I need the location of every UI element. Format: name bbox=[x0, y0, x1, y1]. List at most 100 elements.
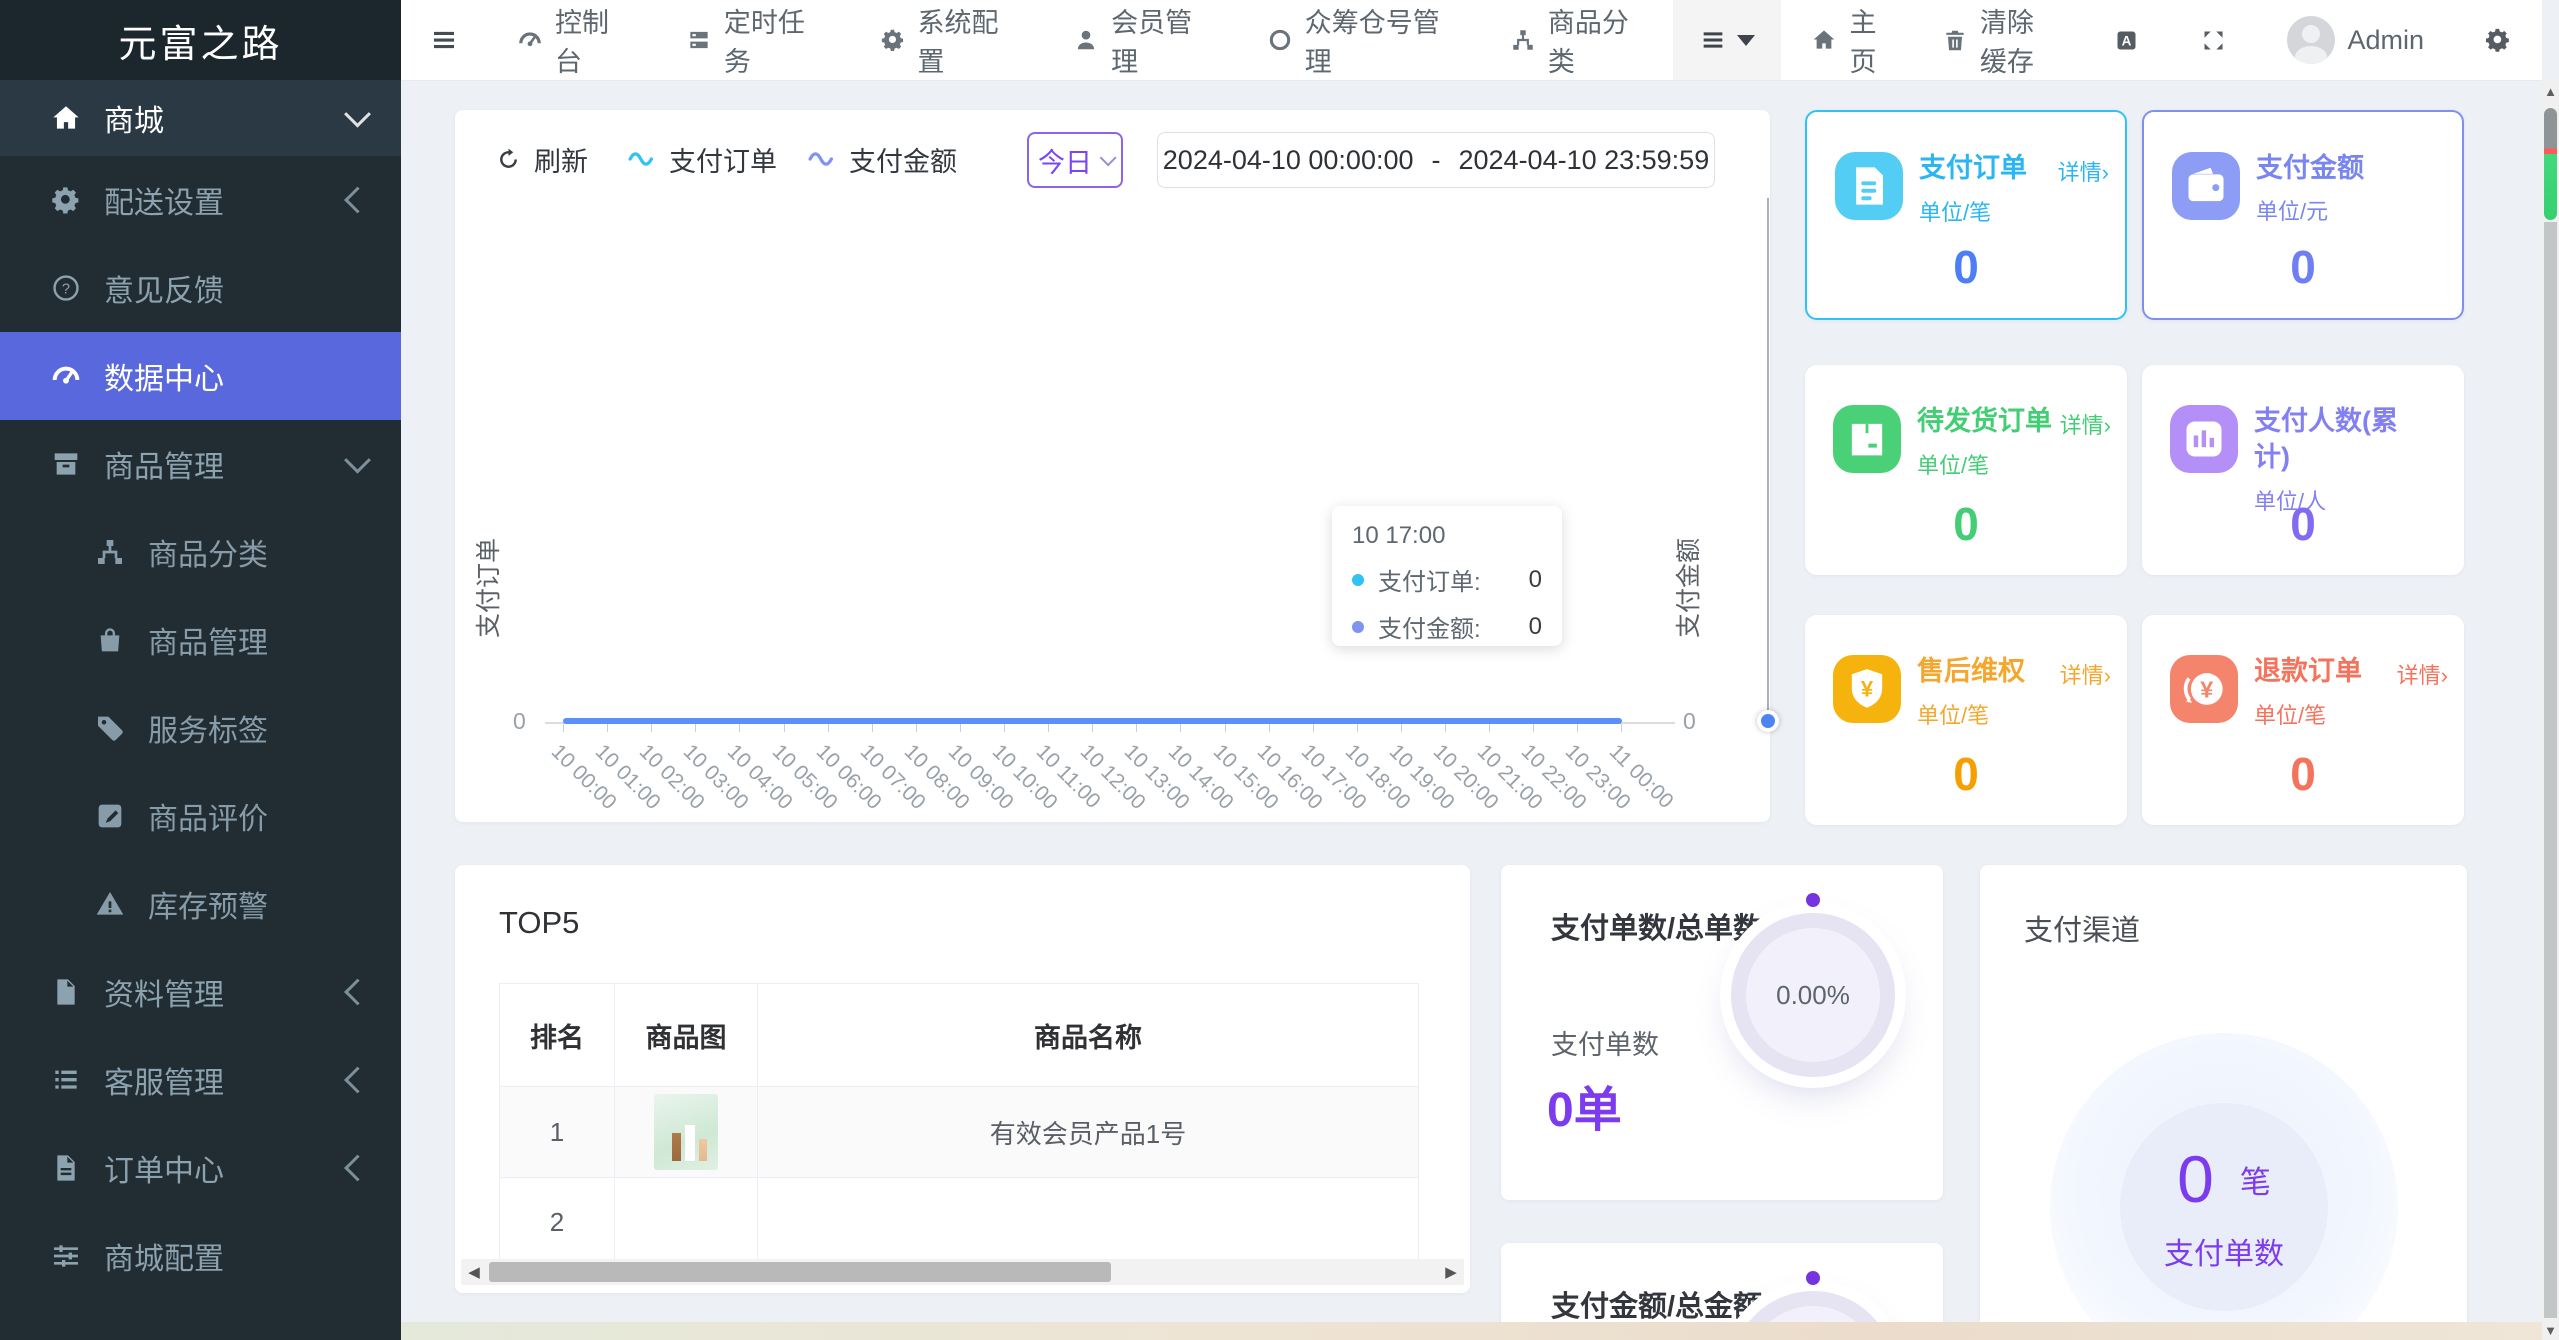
card-title: 支付人数(累计) bbox=[2254, 406, 2398, 473]
sidebar-item-label: 商品管理 bbox=[104, 451, 224, 484]
sidebar-item-12[interactable]: 订单中心 bbox=[0, 1124, 401, 1212]
nav-menu-item-5[interactable]: 商品分类 bbox=[1480, 0, 1674, 80]
sidebar-item-label: 配送设置 bbox=[104, 187, 224, 220]
y-axis-label-left: 支付订单 bbox=[475, 537, 504, 639]
legend-label: 支付金额 bbox=[849, 146, 957, 177]
refund-icon: ¥ bbox=[2176, 661, 2232, 717]
sidebar-item-label: 意见反馈 bbox=[104, 275, 224, 308]
nav-menu-item-1[interactable]: 定时任务 bbox=[656, 0, 850, 80]
sidebar-item-0[interactable]: 商城 bbox=[0, 80, 401, 156]
expand-icon bbox=[2200, 27, 2227, 54]
stat-card-3: 支付人数(累计) 单位/人 0 bbox=[2142, 365, 2464, 575]
detail-link[interactable]: 详情› bbox=[2397, 658, 2448, 690]
card-unit: 单位/笔 bbox=[1919, 200, 1992, 225]
detail-link[interactable]: 详情› bbox=[2060, 658, 2111, 690]
chartbar-icon bbox=[2176, 411, 2232, 467]
detail-link[interactable]: 详情› bbox=[2060, 408, 2111, 440]
nav-menu-item-0[interactable]: 控制台 bbox=[487, 0, 656, 80]
sidebar-item-11[interactable]: 客服管理 bbox=[0, 1036, 401, 1124]
doclines-icon bbox=[1841, 158, 1897, 214]
sliders-icon bbox=[44, 1240, 88, 1272]
cell-image bbox=[614, 1086, 758, 1178]
cell-name bbox=[757, 1177, 1419, 1267]
scroll-down-arrow[interactable]: ▼ bbox=[2542, 1323, 2559, 1338]
payments-chart-panel: 刷新 支付订单 支付金额 今日 2024-04-10 00:00:00 - 20… bbox=[455, 110, 1779, 822]
sidebar-item-9[interactable]: 库存预警 bbox=[0, 860, 401, 948]
date-range-picker[interactable]: 2024-04-10 00:00:00 - 2024-04-10 23:59:5… bbox=[1157, 132, 1715, 188]
scroll-up-arrow[interactable]: ▲ bbox=[2542, 84, 2559, 99]
card-unit: 单位/笔 bbox=[1917, 703, 1990, 728]
settings-gears-button[interactable] bbox=[2454, 0, 2542, 80]
sidebar-item-1[interactable]: 配送设置 bbox=[0, 156, 401, 244]
svg-text:?: ? bbox=[62, 281, 70, 297]
warning-icon bbox=[88, 888, 132, 920]
refresh-button[interactable]: 刷新 bbox=[495, 132, 588, 186]
stat-card-4: ¥ 售后维权 详情› 单位/笔 0 bbox=[1805, 615, 2127, 825]
list-icon bbox=[44, 1064, 88, 1096]
box-icon bbox=[44, 448, 88, 480]
sidebar-item-5[interactable]: 商品分类 bbox=[0, 508, 401, 596]
svg-text:¥: ¥ bbox=[2200, 676, 2213, 702]
nav-menu-item-2[interactable]: 系统配置 bbox=[850, 0, 1044, 80]
detail-link[interactable]: 详情› bbox=[2058, 155, 2109, 187]
sidebar-item-3[interactable]: 数据中心 bbox=[0, 332, 401, 420]
question-icon: ? bbox=[44, 272, 88, 304]
tachometer-icon bbox=[44, 360, 88, 392]
scroll-left-arrow[interactable]: ◀ bbox=[461, 1259, 487, 1285]
vertical-scrollbar[interactable]: ▲ ▼ bbox=[2542, 80, 2559, 1340]
sidebar-toggle-button[interactable] bbox=[401, 0, 487, 80]
period-select[interactable]: 今日 bbox=[1027, 132, 1123, 188]
scroll-right-arrow[interactable]: ▶ bbox=[1438, 1259, 1464, 1285]
fullscreen-button[interactable] bbox=[2170, 0, 2257, 80]
trash-icon bbox=[1942, 27, 1968, 53]
legend-pay-orders[interactable]: 支付订单 bbox=[627, 132, 777, 186]
card-title: 支付订单 bbox=[1919, 153, 2027, 183]
sidebar-item-label: 库存预警 bbox=[148, 891, 268, 924]
table-horizontal-scrollbar[interactable]: ◀ ▶ bbox=[461, 1259, 1464, 1285]
stat-card-5: ¥ 退款订单 详情› 单位/笔 0 bbox=[2142, 615, 2464, 825]
card-title: 退款订单 bbox=[2254, 656, 2362, 686]
sidebar-item-label: 商城配置 bbox=[104, 1243, 224, 1276]
sidebar-item-4[interactable]: 商品管理 bbox=[0, 420, 401, 508]
top5-title: TOP5 bbox=[499, 905, 580, 940]
top-navbar: 控制台 定时任务 系统配置 会员管理 众筹仓号管理 商品分类 主页 清除缓存 A… bbox=[401, 0, 2542, 81]
nav-menu-item-4[interactable]: 众筹仓号管理 bbox=[1237, 0, 1480, 80]
card-value: 0 bbox=[2290, 748, 2316, 800]
legend-pay-amount[interactable]: 支付金额 bbox=[807, 132, 957, 186]
sidebar-item-13[interactable]: 商城配置 bbox=[0, 1212, 401, 1300]
user-menu[interactable]: Admin bbox=[2257, 0, 2454, 80]
chart-tooltip: 10 17:00 支付订单: 0 支付金额: 0 bbox=[1332, 506, 1562, 646]
sidebar-item-6[interactable]: 商品管理 bbox=[0, 596, 401, 684]
sidebar-item-10[interactable]: 资料管理 bbox=[0, 948, 401, 1036]
scrollbar-thumb[interactable] bbox=[489, 1262, 1111, 1282]
caret-down-icon bbox=[1737, 34, 1756, 46]
package-icon bbox=[1839, 411, 1895, 467]
card-value: 0 bbox=[2290, 241, 2316, 293]
house-icon bbox=[1811, 27, 1837, 53]
nav-menu-item-3[interactable]: 会员管理 bbox=[1043, 0, 1237, 80]
cell-name: 有效会员产品1号 bbox=[757, 1086, 1419, 1178]
gears-icon bbox=[2484, 26, 2512, 54]
table-row: 2 bbox=[499, 1177, 1419, 1267]
clear-cache-button[interactable]: 清除缓存 bbox=[1912, 0, 2084, 80]
navbar-dropdown-button[interactable] bbox=[1673, 0, 1782, 80]
channel-label: 支付单数 bbox=[2164, 1238, 2284, 1271]
language-button[interactable]: A bbox=[2083, 0, 2170, 80]
card-value: 0 bbox=[1953, 498, 1979, 550]
card-icon-wrap: ¥ bbox=[1833, 655, 1901, 723]
series-dot-icon bbox=[1352, 620, 1364, 633]
channel-unit: 笔 bbox=[2239, 1164, 2271, 1200]
sidebar-item-8[interactable]: 商品评价 bbox=[0, 772, 401, 860]
cell-rank: 2 bbox=[499, 1177, 615, 1267]
sitemap-icon bbox=[1510, 27, 1536, 53]
channel-value: 0 bbox=[2177, 1142, 2214, 1216]
home-link[interactable]: 主页 bbox=[1781, 0, 1911, 80]
sitemap-icon bbox=[88, 536, 132, 568]
card-unit: 单位/笔 bbox=[2254, 703, 2327, 728]
horizontal-scrollbar[interactable] bbox=[401, 1322, 2542, 1340]
scrollbar-thumb[interactable] bbox=[2544, 108, 2557, 220]
sidebar-item-7[interactable]: 服务标签 bbox=[0, 684, 401, 772]
sidebar: 元富之路 商城 配送设置 ? 意见反馈 数据中心 商品管理 商品分类 商品管理 服… bbox=[0, 0, 401, 1340]
sidebar-item-2[interactable]: ? 意见反馈 bbox=[0, 244, 401, 332]
gauge-ring: 0.00% bbox=[1723, 893, 1903, 1085]
